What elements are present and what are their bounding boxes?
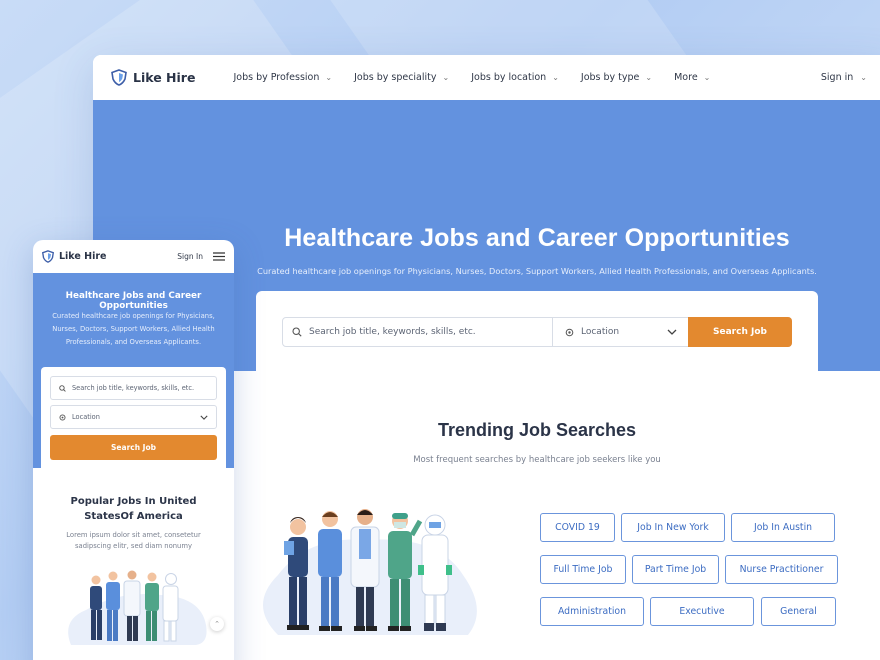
search-bar: Search job title, keywords, skills, etc.… xyxy=(282,317,792,347)
nav-label: Jobs by speciality xyxy=(354,72,437,83)
chip-part-time-job[interactable]: Part Time Job xyxy=(632,555,719,584)
chip-job-in-austin[interactable]: Job In Austin xyxy=(731,513,835,542)
chevron-down-icon xyxy=(667,329,677,335)
shield-logo-icon xyxy=(42,250,54,263)
mobile-location-label: Location xyxy=(72,413,100,421)
chip-general[interactable]: General xyxy=(761,597,836,626)
nav-label: Jobs by Profession xyxy=(233,72,320,83)
nav-jobs-by-speciality[interactable]: Jobs by speciality ⌄ xyxy=(354,72,449,83)
nav-jobs-by-location[interactable]: Jobs by location ⌄ xyxy=(471,72,559,83)
chevron-down-icon: ⌄ xyxy=(645,73,653,82)
brand-name: Like Hire xyxy=(133,70,196,85)
shield-logo-icon xyxy=(111,69,127,86)
popular-jobs-text: Lorem ipsum dolor sit amet, consetetur s… xyxy=(66,531,201,550)
hamburger-menu-icon[interactable] xyxy=(213,252,225,261)
chevron-down-icon: ⌄ xyxy=(860,73,867,82)
nav-label: More xyxy=(674,72,698,83)
chevron-down-icon: ⌄ xyxy=(552,73,559,82)
mobile-search-card: Search job title, keywords, skills, etc.… xyxy=(41,367,226,472)
chip-administration[interactable]: Administration xyxy=(540,597,644,626)
sign-in-button[interactable]: Sign in ⌄ xyxy=(821,72,867,83)
location-pin-icon xyxy=(59,414,66,420)
medical-staff-illustration xyxy=(263,509,477,635)
mobile-search-placeholder: Search job title, keywords, skills, etc. xyxy=(72,384,195,392)
sign-in-label: Sign in xyxy=(820,72,854,83)
chip-executive[interactable]: Executive xyxy=(650,597,754,626)
nav-jobs-by-type[interactable]: Jobs by type ⌄ xyxy=(581,72,652,83)
location-select[interactable]: Location xyxy=(553,318,689,346)
chip-covid-19[interactable]: COVID 19 xyxy=(540,513,615,542)
search-icon xyxy=(292,327,302,337)
scroll-to-top-button[interactable]: ⌃ xyxy=(210,617,224,631)
search-icon xyxy=(59,384,66,392)
chevron-up-icon: ⌃ xyxy=(214,620,220,628)
mobile-search-job-button[interactable]: Search Job xyxy=(50,435,217,460)
mobile-navigation: Like Hire Sign In xyxy=(33,240,234,273)
mobile-search-input[interactable]: Search job title, keywords, skills, etc. xyxy=(50,376,217,400)
top-navigation: Like Hire Jobs by Profession ⌄ Jobs by s… xyxy=(93,55,880,100)
search-job-button[interactable]: Search Job xyxy=(688,317,792,347)
nav-more[interactable]: More ⌄ xyxy=(674,72,710,83)
brand-logo[interactable]: Like Hire xyxy=(111,69,195,86)
chevron-down-icon xyxy=(200,415,208,420)
mobile-frame: Like Hire Sign In Healthcare Jobs and Ca… xyxy=(33,240,234,660)
chevron-down-icon: ⌄ xyxy=(325,73,333,82)
chevron-down-icon: ⌄ xyxy=(703,73,711,82)
nav-jobs-by-profession[interactable]: Jobs by Profession ⌄ xyxy=(233,72,332,83)
mobile-hero-title: Healthcare Jobs and Career Opportunities xyxy=(65,291,202,311)
location-pin-icon xyxy=(565,328,574,336)
mobile-location-select[interactable]: Location xyxy=(50,405,217,429)
location-label: Location xyxy=(581,327,620,337)
chip-job-in-new-york[interactable]: Job In New York xyxy=(621,513,725,542)
brand-name: Like Hire xyxy=(59,251,107,262)
chip-full-time-job[interactable]: Full Time Job xyxy=(540,555,626,584)
mobile-hero-subtitle: Curated healthcare job openings for Phys… xyxy=(52,312,215,346)
nav-label: Jobs by location xyxy=(471,72,547,83)
mobile-medical-staff-illustration xyxy=(68,570,207,645)
search-input[interactable]: Search job title, keywords, skills, etc. xyxy=(283,318,553,346)
nav-label: Jobs by type xyxy=(580,72,640,83)
popular-jobs-title: Popular Jobs In United StatesOf America xyxy=(70,496,197,522)
mobile-sign-in-button[interactable]: Sign In xyxy=(177,252,203,261)
chevron-down-icon: ⌄ xyxy=(442,73,450,82)
chip-nurse-practitioner[interactable]: Nurse Practitioner xyxy=(725,555,838,584)
search-placeholder: Search job title, keywords, skills, etc. xyxy=(309,327,476,337)
search-card: Search job title, keywords, skills, etc.… xyxy=(256,291,818,381)
